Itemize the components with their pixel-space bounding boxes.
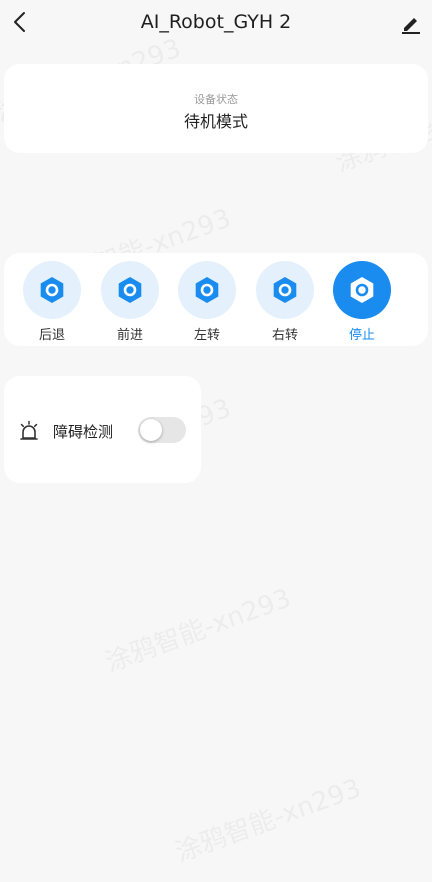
page-title: AI_Robot_GYH 2 [140, 11, 292, 33]
hexagon-icon [273, 277, 297, 303]
control-circle [101, 261, 159, 319]
forward-button[interactable]: 前进 [100, 261, 160, 343]
hexagon-icon [118, 277, 142, 303]
top-bar: AI_Robot_GYH 2 [0, 0, 432, 46]
control-circle [23, 261, 81, 319]
status-label: 设备状态 [194, 93, 238, 106]
obstacle-detection-toggle[interactable] [138, 417, 186, 443]
device-status-card: 设备状态 待机模式 [4, 64, 428, 153]
backward-button[interactable]: 后退 [22, 261, 82, 343]
control-label: 停止 [348, 328, 375, 343]
control-label: 后退 [38, 328, 65, 343]
obstacle-detection-card: 障碍检测 [4, 376, 201, 483]
control-circle [333, 261, 391, 319]
pencil-icon [402, 18, 420, 34]
watermark: 涂鸦智能-xn293 [100, 578, 296, 679]
turn-right-button[interactable]: 右转 [255, 261, 315, 343]
edit-button[interactable] [396, 8, 426, 38]
watermark: 涂鸦智能-xn293 [170, 768, 366, 869]
hexagon-icon [350, 277, 374, 303]
control-label: 左转 [193, 328, 220, 343]
toggle-knob [140, 419, 162, 441]
alarm-icon [20, 420, 38, 440]
obstacle-detection-label: 障碍检测 [53, 423, 114, 441]
control-circle [178, 261, 236, 319]
direction-controls-card: 后退 前进 左转 右转 停止 [4, 253, 428, 346]
control-circle [256, 261, 314, 319]
stop-button[interactable]: 停止 [332, 261, 392, 343]
control-label: 右转 [271, 328, 298, 343]
hexagon-icon [195, 277, 219, 303]
control-label: 前进 [116, 328, 143, 343]
turn-left-button[interactable]: 左转 [177, 261, 237, 343]
hexagon-icon [40, 277, 64, 303]
status-value: 待机模式 [183, 112, 248, 131]
